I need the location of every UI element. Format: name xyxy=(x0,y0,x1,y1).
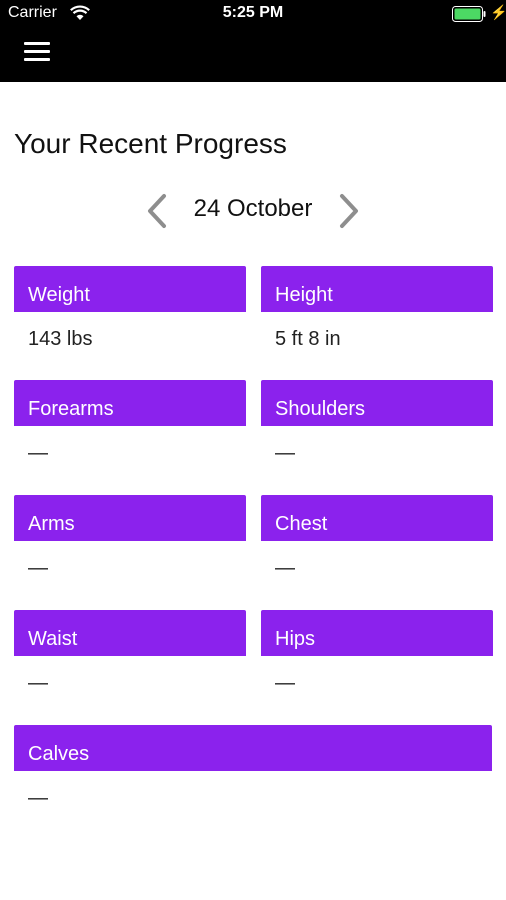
charging-icon: ⚡ xyxy=(490,4,506,20)
card-label: Arms xyxy=(14,495,246,541)
date-navigator: 24 October xyxy=(0,185,506,233)
card-label: Height xyxy=(261,266,493,312)
measurement-card-forearms[interactable]: Forearms — xyxy=(14,380,246,465)
battery-icon xyxy=(452,6,486,22)
measurement-card-chest[interactable]: Chest — xyxy=(261,495,493,580)
card-value: — xyxy=(275,672,295,694)
measurement-card-arms[interactable]: Arms — xyxy=(14,495,246,580)
card-value: — xyxy=(28,672,48,694)
card-value: — xyxy=(275,557,295,579)
measurement-card-shoulders[interactable]: Shoulders — xyxy=(261,380,493,465)
top-bar: Carrier 5:25 PM ⚡ xyxy=(0,0,506,82)
card-label: Hips xyxy=(261,610,493,656)
card-label: Waist xyxy=(14,610,246,656)
measurement-card-waist[interactable]: Waist — xyxy=(14,610,246,695)
measurement-card-weight[interactable]: Weight 143 lbs xyxy=(14,266,246,351)
card-value: — xyxy=(28,557,48,579)
chevron-right-icon[interactable] xyxy=(336,193,362,229)
status-time: 5:25 PM xyxy=(222,4,284,21)
card-label: Calves xyxy=(14,725,492,771)
current-date: 24 October xyxy=(193,195,313,222)
measurement-card-hips[interactable]: Hips — xyxy=(261,610,493,695)
card-label: Shoulders xyxy=(261,380,493,426)
card-value: 143 lbs xyxy=(28,328,93,350)
measurement-card-height[interactable]: Height 5 ft 8 in xyxy=(261,266,493,351)
card-value: — xyxy=(28,442,48,464)
page-title: Your Recent Progress xyxy=(14,128,287,159)
card-label: Chest xyxy=(261,495,493,541)
measurement-card-calves[interactable]: Calves — xyxy=(14,725,492,810)
card-value: 5 ft 8 in xyxy=(275,328,341,350)
card-label: Forearms xyxy=(14,380,246,426)
card-label: Weight xyxy=(14,266,246,312)
menu-icon[interactable] xyxy=(24,42,50,64)
card-value: — xyxy=(275,442,295,464)
card-value: — xyxy=(28,787,48,809)
